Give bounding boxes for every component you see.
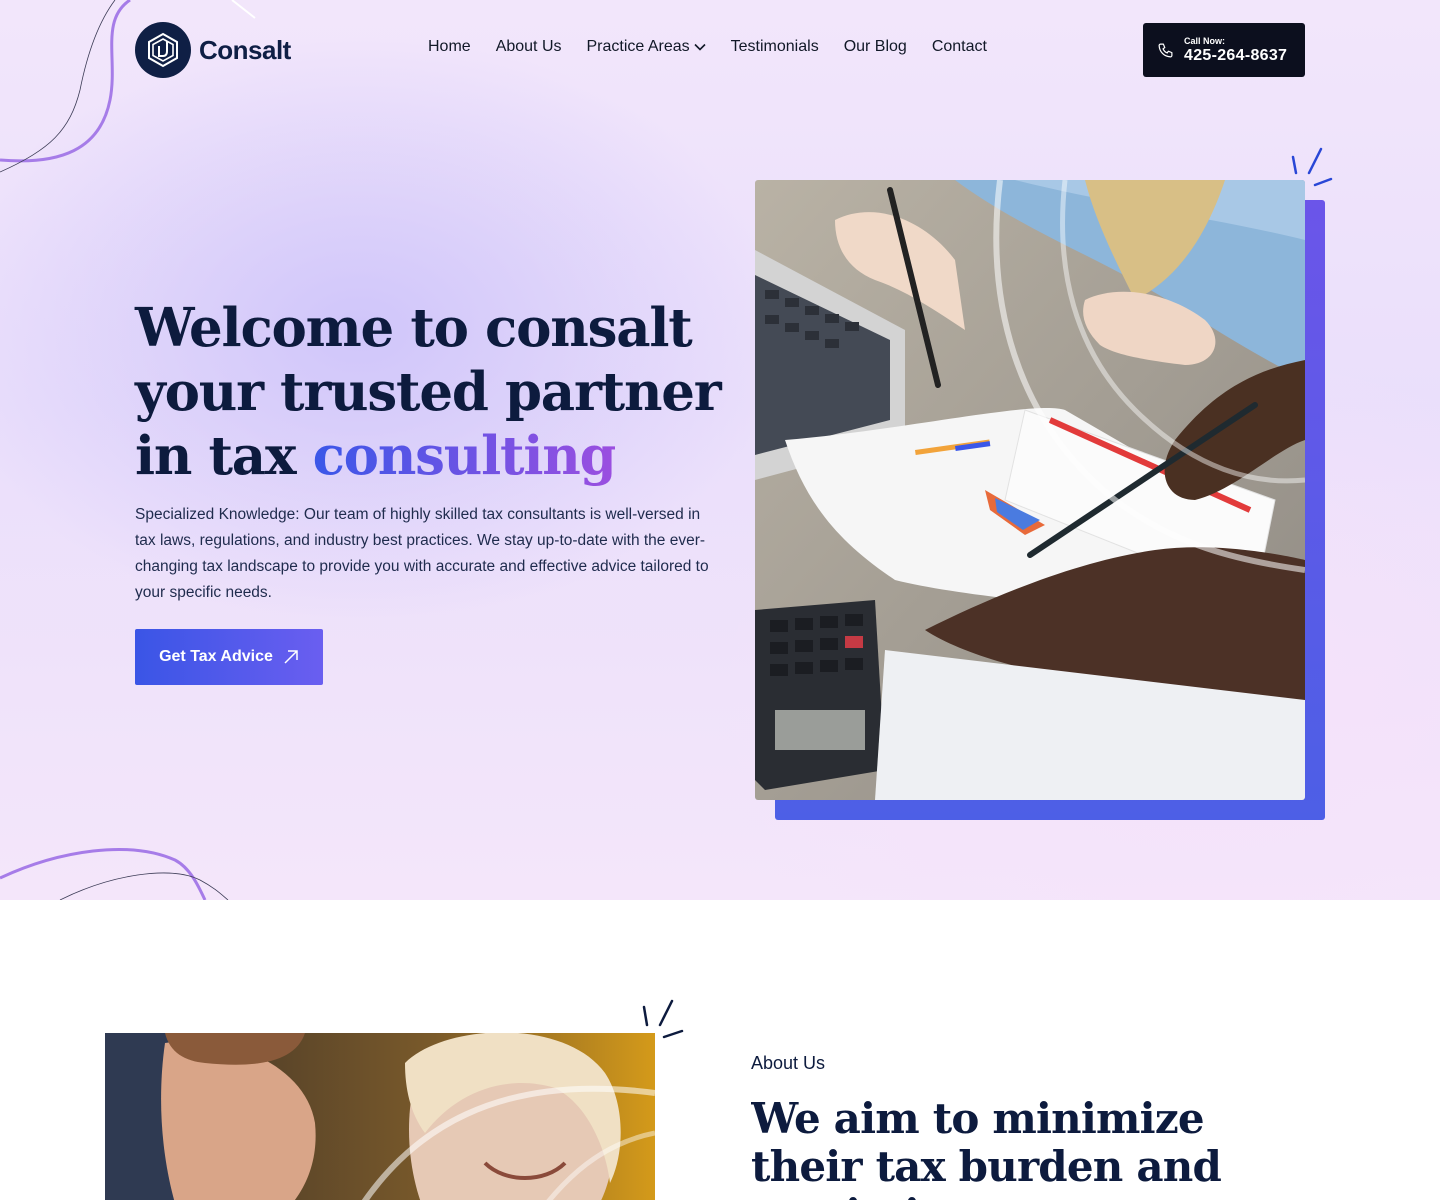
hexagon-d-logo-icon (135, 22, 191, 78)
about-photo-people (105, 1033, 655, 1200)
phone-icon (1158, 43, 1173, 57)
hero-title-line-3-prefix: in tax (135, 425, 313, 487)
decorative-swirl-bottom (0, 848, 229, 900)
hero-section: Consalt Home About Us Practice Areas Tes… (0, 0, 1440, 900)
call-now-button[interactable]: Call Now: 425-264-8637 (1143, 23, 1305, 77)
hero-description: Specialized Knowledge: Our team of highl… (135, 506, 709, 601)
nav-item-home[interactable]: Home (428, 38, 471, 56)
hero-photo-tax-meeting (755, 180, 1305, 800)
nav-item-about-us[interactable]: About Us (496, 38, 562, 56)
arrow-up-right-icon (284, 650, 298, 664)
call-now-number: 425-264-8637 (1184, 46, 1288, 64)
nav-item-testimonials[interactable]: Testimonials (731, 38, 819, 56)
get-tax-advice-button[interactable]: Get Tax Advice (135, 629, 323, 685)
about-eyebrow: About Us (751, 1053, 826, 1073)
about-title: We aim to minimize their tax burden and … (751, 1095, 1222, 1200)
brand-name: Consalt (199, 34, 291, 65)
chevron-down-icon (694, 43, 706, 51)
main-nav: Home About Us Practice Areas Testimonial… (428, 38, 987, 56)
nav-item-practice-areas[interactable]: Practice Areas (587, 38, 706, 56)
call-now-label: Call Now: (1184, 35, 1226, 46)
hero-title-line-2: your trusted partner (135, 361, 722, 423)
nav-item-contact[interactable]: Contact (932, 38, 987, 56)
site-header: Consalt Home About Us Practice Areas Tes… (0, 0, 1440, 100)
nav-item-our-blog[interactable]: Our Blog (844, 38, 907, 56)
call-now-text: Call Now: 425-264-8637 (1184, 36, 1287, 65)
brand-logo[interactable]: Consalt (135, 22, 291, 78)
hero-title-line-1: Welcome to consalt (135, 297, 693, 359)
hero-title: Welcome to consalt your trusted partner … (135, 296, 735, 488)
get-tax-advice-label: Get Tax Advice (159, 648, 273, 665)
nav-item-practice-areas-label: Practice Areas (586, 38, 690, 55)
hero-title-accent: consulting (312, 425, 617, 487)
